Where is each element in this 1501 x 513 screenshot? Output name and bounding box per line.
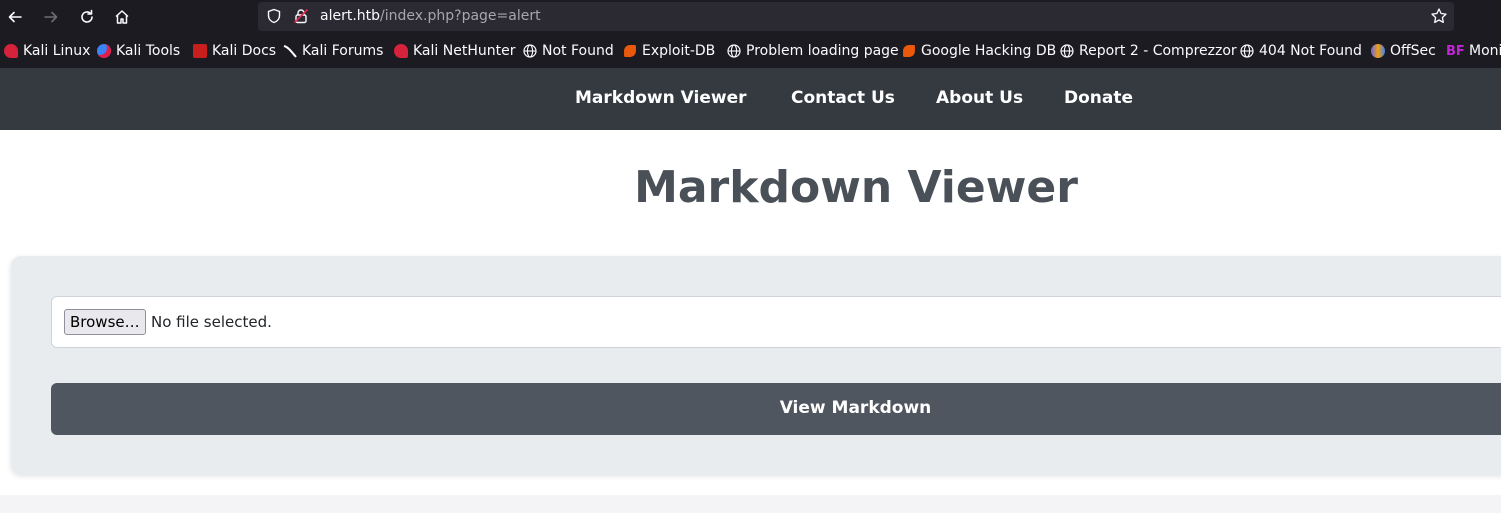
globe-icon bbox=[1240, 44, 1254, 58]
forward-button[interactable] bbox=[39, 5, 63, 29]
back-button[interactable] bbox=[3, 5, 27, 29]
file-input[interactable]: Browse… No file selected. bbox=[51, 296, 1501, 348]
kali-forums-icon bbox=[283, 44, 297, 58]
bf-icon: BF bbox=[1446, 44, 1465, 59]
bookmark-kali-linux[interactable]: Kali Linux bbox=[4, 43, 90, 59]
home-icon bbox=[115, 10, 129, 24]
browser-toolbar: alert.htb/index.php?page=alert bbox=[0, 0, 1501, 34]
bookmark-star-icon[interactable] bbox=[1430, 7, 1448, 29]
bookmark-problem-loading[interactable]: Problem loading page bbox=[727, 43, 899, 59]
bookmark-monitor[interactable]: BF Moni bbox=[1446, 43, 1501, 59]
shield-icon[interactable] bbox=[266, 8, 282, 28]
browse-button[interactable]: Browse… bbox=[64, 309, 146, 335]
page-content: Markdown Viewer Browse… No file selected… bbox=[0, 130, 1501, 495]
page-bottom-area bbox=[0, 495, 1501, 513]
bookmark-exploit-db[interactable]: Exploit-DB bbox=[623, 43, 715, 59]
offsec-icon bbox=[1371, 44, 1385, 58]
page-title: Markdown Viewer bbox=[634, 162, 1078, 213]
exploit-db-icon bbox=[624, 45, 636, 57]
bookmark-google-hacking-db[interactable]: Google Hacking DB bbox=[902, 43, 1056, 59]
nav-donate[interactable]: Donate bbox=[1064, 88, 1133, 108]
globe-icon bbox=[1060, 44, 1074, 58]
file-status-text: No file selected. bbox=[151, 313, 272, 331]
bookmark-kali-forums[interactable]: Kali Forums bbox=[283, 43, 383, 59]
bookmark-kali-docs[interactable]: Kali Docs bbox=[193, 43, 276, 59]
bookmark-kali-nethunter[interactable]: Kali NetHunter bbox=[394, 43, 515, 59]
arrow-left-icon bbox=[8, 11, 22, 23]
arrow-right-icon bbox=[44, 11, 58, 23]
bookmark-offsec[interactable]: OffSec bbox=[1371, 43, 1436, 59]
view-markdown-button[interactable]: View Markdown bbox=[51, 383, 1501, 435]
site-header: Markdown Viewer Contact Us About Us Dona… bbox=[0, 68, 1501, 130]
url-host: alert.htb bbox=[320, 8, 381, 24]
kali-icon bbox=[4, 44, 18, 58]
bookmark-report-comprezzor[interactable]: Report 2 - Comprezzor bbox=[1060, 43, 1237, 59]
reload-button[interactable] bbox=[75, 5, 99, 29]
url-path: /index.php?page=alert bbox=[380, 8, 541, 24]
lock-insecure-icon[interactable] bbox=[293, 8, 309, 28]
bookmark-not-found[interactable]: Not Found bbox=[523, 43, 614, 59]
url-text[interactable]: alert.htb/index.php?page=alert bbox=[320, 8, 541, 24]
home-button[interactable] bbox=[110, 5, 134, 29]
kali-docs-icon bbox=[193, 44, 207, 58]
nav-markdown-viewer[interactable]: Markdown Viewer bbox=[575, 88, 747, 108]
globe-icon bbox=[727, 44, 741, 58]
bookmark-kali-tools[interactable]: Kali Tools bbox=[97, 43, 180, 59]
url-bar[interactable]: alert.htb/index.php?page=alert bbox=[258, 2, 1454, 31]
bookmark-404-not-found[interactable]: 404 Not Found bbox=[1240, 43, 1362, 59]
globe-icon bbox=[523, 44, 537, 58]
kali-icon bbox=[394, 44, 408, 58]
upload-form: Browse… No file selected. View Markdown bbox=[11, 256, 1501, 474]
exploit-db-icon bbox=[903, 45, 915, 57]
nav-contact-us[interactable]: Contact Us bbox=[791, 88, 895, 108]
kali-tools-icon bbox=[97, 44, 111, 58]
nav-about-us[interactable]: About Us bbox=[936, 88, 1023, 108]
reload-icon bbox=[81, 9, 93, 23]
view-markdown-label: View Markdown bbox=[779, 398, 932, 418]
bookmarks-bar: Kali Linux Kali Tools Kali Docs Kali For… bbox=[0, 34, 1501, 68]
